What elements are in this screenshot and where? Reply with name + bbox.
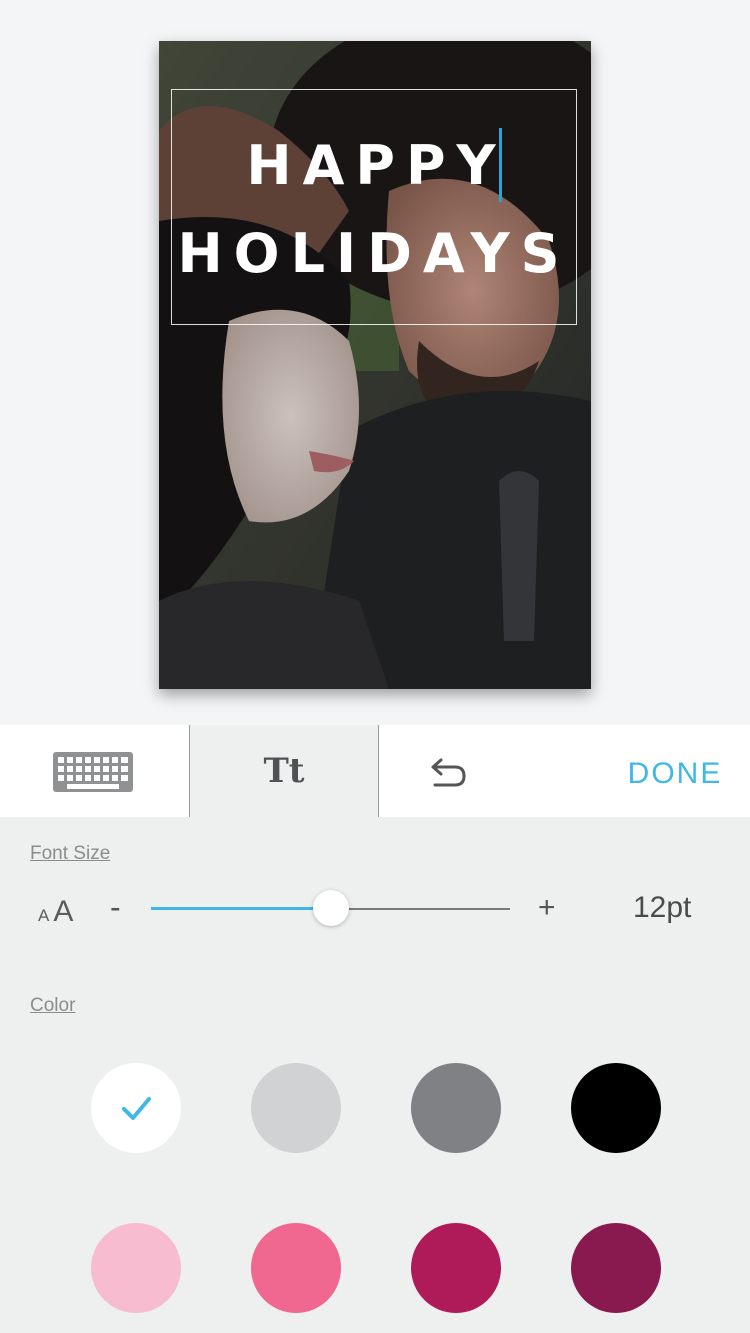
- undo-icon: [431, 758, 466, 787]
- card-preview: HAPPY HOLIDAYS: [159, 41, 591, 689]
- font-size-icon: AA: [38, 895, 73, 929]
- text-style-tab[interactable]: Tt: [189, 725, 379, 817]
- font-size-big-a: A: [53, 895, 74, 928]
- color-swatch[interactable]: [571, 1223, 661, 1313]
- color-swatch[interactable]: [411, 1223, 501, 1313]
- keyboard-icon: [53, 752, 133, 792]
- color-swatch[interactable]: [91, 1223, 181, 1313]
- color-swatch[interactable]: [411, 1063, 501, 1153]
- font-size-value: 12pt: [633, 891, 692, 924]
- color-swatch[interactable]: [251, 1223, 341, 1313]
- color-swatch[interactable]: [251, 1063, 341, 1153]
- keyboard-tab[interactable]: [0, 725, 189, 817]
- undo-button[interactable]: [379, 725, 519, 817]
- text-style-panel: Font Size AA - + 12pt Color: [0, 817, 750, 1333]
- decrease-font-button[interactable]: -: [110, 889, 121, 926]
- font-size-small-a: A: [38, 906, 50, 925]
- color-label: Color: [30, 995, 76, 1016]
- card-text-line1[interactable]: HAPPY: [172, 128, 576, 202]
- font-size-slider-fill: [151, 907, 331, 910]
- text-box[interactable]: HAPPY HOLIDAYS: [171, 89, 577, 325]
- card-text-line1-value: HAPPY: [246, 134, 507, 197]
- text-cursor: [498, 128, 502, 202]
- font-size-label: Font Size: [30, 843, 111, 864]
- card-canvas: HAPPY HOLIDAYS: [0, 0, 750, 725]
- color-swatch[interactable]: [571, 1063, 661, 1153]
- color-swatch[interactable]: [91, 1063, 181, 1153]
- edit-toolbar: Tt DONE: [0, 725, 750, 817]
- text-style-label: Tt: [263, 751, 305, 791]
- check-icon: [122, 1097, 151, 1120]
- increase-font-button[interactable]: +: [538, 891, 556, 925]
- card-text-line2[interactable]: HOLIDAYS: [172, 222, 576, 285]
- done-button[interactable]: DONE: [600, 757, 750, 791]
- font-size-slider-thumb[interactable]: [312, 890, 349, 926]
